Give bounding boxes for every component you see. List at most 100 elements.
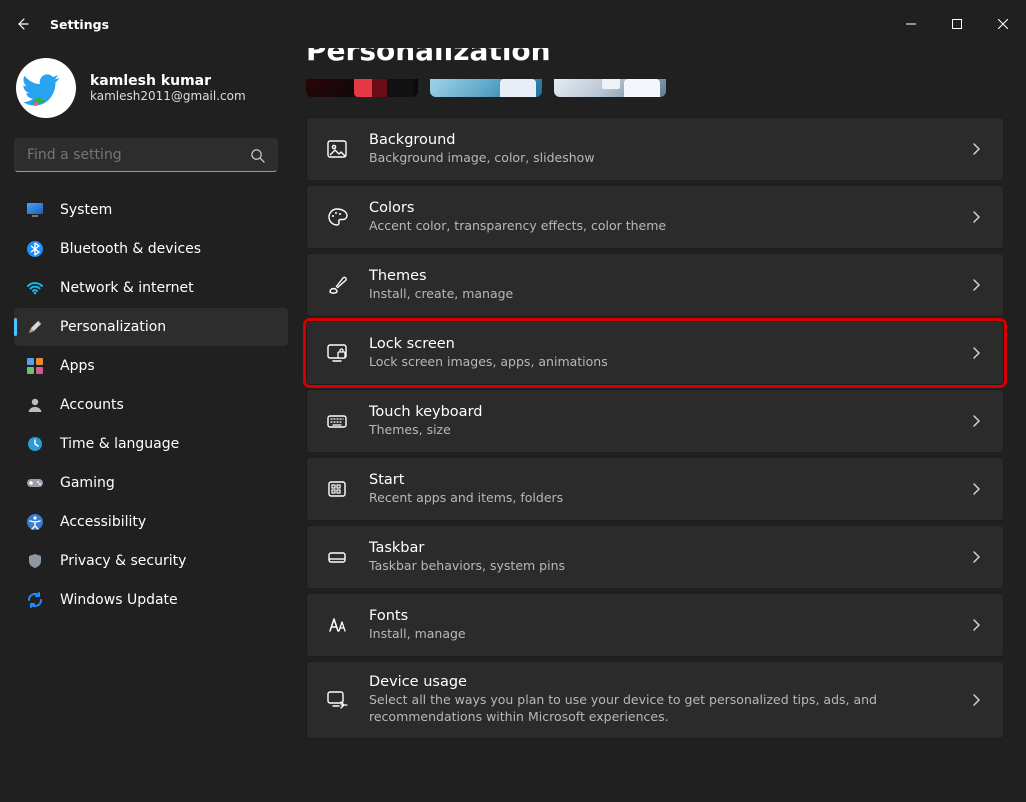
sidebar-item-label: Personalization [60,319,166,335]
chevron-right-icon [969,618,985,632]
app-title: Settings [44,17,109,32]
chevron-right-icon [969,142,985,156]
device-usage-icon [325,688,349,712]
card-subtitle: Themes, size [369,422,949,439]
sidebar-item-label: Accounts [60,397,124,413]
card-subtitle: Recent apps and items, folders [369,490,949,507]
search-box[interactable] [14,138,278,172]
keyboard-icon [325,409,349,433]
card-touch-keyboard[interactable]: Touch keyboard Themes, size [306,389,1004,453]
card-text: Lock screen Lock screen images, apps, an… [369,336,949,371]
search-input[interactable] [27,147,250,163]
card-text: Touch keyboard Themes, size [369,404,949,439]
fonts-icon [325,613,349,637]
arrow-left-icon [14,16,30,32]
card-text: Themes Install, create, manage [369,268,949,303]
card-title: Themes [369,268,949,284]
close-button[interactable] [980,8,1026,40]
card-subtitle: Install, create, manage [369,286,949,303]
card-background[interactable]: Background Background image, color, slid… [306,117,1004,181]
card-fonts[interactable]: Fonts Install, manage [306,593,1004,657]
sidebar-item-network[interactable]: Network & internet [14,269,288,307]
sidebar-item-label: Privacy & security [60,553,186,569]
apps-icon [26,357,44,375]
bird-avatar-icon [22,64,70,112]
card-text: Taskbar Taskbar behaviors, system pins [369,540,949,575]
card-subtitle: Lock screen images, apps, animations [369,354,949,371]
card-text: Colors Accent color, transparency effect… [369,200,949,235]
theme-thumb-1[interactable] [306,79,418,97]
sidebar: kamlesh kumar kamlesh2011@gmail.com Syst… [0,48,300,802]
close-icon [998,19,1008,29]
bluetooth-icon [26,240,44,258]
card-title: Start [369,472,949,488]
card-subtitle: Accent color, transparency effects, colo… [369,218,949,235]
body: kamlesh kumar kamlesh2011@gmail.com Syst… [0,48,1026,802]
clock-icon [26,435,44,453]
minimize-button[interactable] [888,8,934,40]
chevron-right-icon [969,482,985,496]
sidebar-item-update[interactable]: Windows Update [14,581,288,619]
sidebar-item-system[interactable]: System [14,191,288,229]
sidebar-item-label: Apps [60,358,95,374]
chevron-right-icon [969,414,985,428]
shield-icon [26,552,44,570]
chevron-right-icon [969,278,985,292]
chevron-right-icon [969,693,985,707]
settings-cards: Background Background image, color, slid… [306,117,1004,739]
card-text: Background Background image, color, slid… [369,132,949,167]
sidebar-item-bluetooth[interactable]: Bluetooth & devices [14,230,288,268]
theme-thumb-2[interactable] [430,79,542,97]
profile-block[interactable]: kamlesh kumar kamlesh2011@gmail.com [0,48,292,138]
sidebar-item-accessibility[interactable]: Accessibility [14,503,288,541]
card-title: Colors [369,200,949,216]
sidebar-item-privacy[interactable]: Privacy & security [14,542,288,580]
card-title: Device usage [369,674,949,690]
main-content: Personalization Background Background im… [300,48,1026,802]
sidebar-item-apps[interactable]: Apps [14,347,288,385]
sidebar-nav: System Bluetooth & devices Network & int… [0,186,292,619]
card-title: Lock screen [369,336,949,352]
titlebar: Settings [0,0,1026,48]
card-colors[interactable]: Colors Accent color, transparency effect… [306,185,1004,249]
brush-icon [325,273,349,297]
back-button[interactable] [0,0,44,48]
card-lockscreen[interactable]: Lock screen Lock screen images, apps, an… [306,321,1004,385]
sidebar-item-accounts[interactable]: Accounts [14,386,288,424]
sidebar-item-label: Accessibility [60,514,146,530]
sidebar-item-label: Gaming [60,475,115,491]
card-title: Background [369,132,949,148]
person-icon [26,396,44,414]
chevron-right-icon [969,550,985,564]
sidebar-item-gaming[interactable]: Gaming [14,464,288,502]
image-icon [325,137,349,161]
profile-text: kamlesh kumar kamlesh2011@gmail.com [90,73,246,103]
sidebar-item-label: Windows Update [60,592,178,608]
minimize-icon [906,19,916,29]
card-title: Touch keyboard [369,404,949,420]
sidebar-item-label: Network & internet [60,280,194,296]
card-start[interactable]: Start Recent apps and items, folders [306,457,1004,521]
card-taskbar[interactable]: Taskbar Taskbar behaviors, system pins [306,525,1004,589]
chevron-right-icon [969,210,985,224]
accessibility-icon [26,513,44,531]
sidebar-item-time[interactable]: Time & language [14,425,288,463]
card-device-usage[interactable]: Device usage Select all the ways you pla… [306,661,1004,739]
theme-thumb-3[interactable] [554,79,666,97]
palette-icon [325,205,349,229]
card-themes[interactable]: Themes Install, create, manage [306,253,1004,317]
page-title: Personalization [306,48,1004,79]
sidebar-item-label: Bluetooth & devices [60,241,201,257]
monitor-icon [26,201,44,219]
search-icon [250,148,265,163]
card-title: Fonts [369,608,949,624]
lockscreen-icon [325,341,349,365]
maximize-button[interactable] [934,8,980,40]
taskbar-icon [325,545,349,569]
card-text: Fonts Install, manage [369,608,949,643]
gamepad-icon [26,474,44,492]
search-wrap [0,138,292,186]
card-text: Device usage Select all the ways you pla… [369,674,949,726]
sidebar-item-personalization[interactable]: Personalization [14,308,288,346]
settings-window: Settings [0,0,1026,802]
